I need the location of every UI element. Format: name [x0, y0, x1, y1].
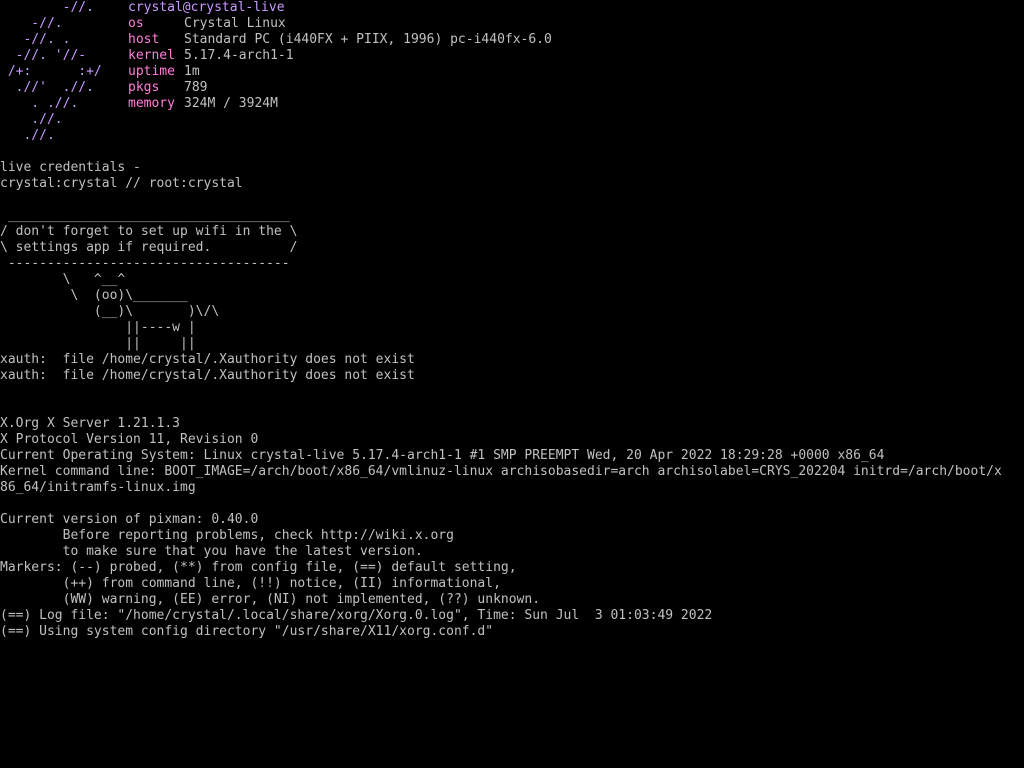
- cowsay-bubble-bottom: ------------------------------------: [0, 256, 290, 271]
- fetch-value-pkgs: 789: [184, 80, 208, 95]
- cow-art-line: ||----w |: [0, 320, 196, 335]
- cowsay-bubble-line: \ settings app if required. /: [0, 240, 298, 255]
- live-credentials: live credentials - crystal:crystal // ro…: [0, 160, 1024, 192]
- xorg-log-line: [0, 496, 1024, 512]
- system-info-fetch: -//. crystal@crystal-live -//. os Crystal L…: [0, 0, 1024, 144]
- cow-art-line: || ||: [0, 336, 196, 351]
- fetch-row-pkgs: .//' .//. pkgs 789: [0, 80, 1024, 96]
- fetch-value-kernel: 5.17.4-arch1-1: [184, 48, 294, 63]
- logo-line: .//.: [0, 128, 55, 143]
- fetch-label-kernel: kernel: [128, 48, 175, 63]
- logo-line: -//. '//-: [0, 48, 87, 63]
- logo-line: .//.: [0, 112, 63, 127]
- cow-art-line: (__)\ )\/\: [0, 304, 220, 319]
- cow-art-line: \ (oo)\_______: [0, 288, 188, 303]
- xorg-log-line: 86_64/initramfs-linux.img: [0, 480, 196, 495]
- fetch-row-os: -//. os Crystal Linux: [0, 16, 1024, 32]
- cow-art-line: \ ^__^: [0, 272, 126, 287]
- xorg-log-line: Current version of pixman: 0.40.0: [0, 512, 259, 527]
- xauth-warning-line: xauth: file /home/crystal/.Xauthority do…: [0, 368, 415, 383]
- xauth-warning-line: xauth: file /home/crystal/.Xauthority do…: [0, 352, 415, 367]
- xorg-log-line: Kernel command line: BOOT_IMAGE=/arch/bo…: [0, 464, 1002, 479]
- xorg-log: X.Org X Server 1.21.1.3 X Protocol Versi…: [0, 416, 1024, 640]
- xorg-log-line: Markers: (--) probed, (**) from config f…: [0, 560, 517, 575]
- logo-line: . .//.: [0, 96, 79, 111]
- logo-line: -//.: [0, 16, 63, 31]
- fetch-title: crystal@crystal-live: [128, 0, 285, 15]
- xorg-log-line: X.Org X Server 1.21.1.3: [0, 416, 181, 431]
- xorg-log-line: to make sure that you have the latest ve…: [0, 544, 423, 559]
- xorg-log-line: (==) Using system config directory "/usr…: [0, 624, 494, 639]
- xorg-log-line: (==) Log file: "/home/crystal/.local/sha…: [0, 608, 713, 623]
- logo-line: /+: :+/: [0, 64, 102, 79]
- xorg-log-line: Current Operating System: Linux crystal-…: [0, 448, 885, 463]
- fetch-value-memory: 324M / 3924M: [184, 96, 278, 111]
- fetch-value-os: Crystal Linux: [184, 16, 286, 31]
- fetch-title-line: -//. crystal@crystal-live: [0, 0, 1024, 16]
- xorg-log-line: (++) from command line, (!!) notice, (II…: [0, 576, 501, 591]
- fetch-row-uptime: /+: :+/ uptime 1m: [0, 64, 1024, 80]
- fetch-row-memory: . .//. memory 324M / 3924M: [0, 96, 1024, 112]
- fetch-label-pkgs: pkgs: [128, 80, 160, 95]
- fetch-label-memory: memory: [128, 96, 175, 111]
- logo-tail-line: .//.: [0, 128, 1024, 144]
- xorg-log-line: X Protocol Version 11, Revision 0: [0, 432, 259, 447]
- xorg-log-line: Before reporting problems, check http://…: [0, 528, 454, 543]
- fetch-label-uptime: uptime: [128, 64, 175, 79]
- cowsay-message: ____________________________________ / d…: [0, 208, 1024, 352]
- xauth-warnings: xauth: file /home/crystal/.Xauthority do…: [0, 352, 1024, 384]
- logo-line: .//' .//.: [0, 80, 94, 95]
- logo-tail-line: .//.: [0, 112, 1024, 128]
- fetch-value-uptime: 1m: [184, 64, 200, 79]
- xorg-log-line: (WW) warning, (EE) error, (NI) not imple…: [0, 592, 541, 607]
- fetch-label-os: os: [128, 16, 144, 31]
- credentials-value: crystal:crystal // root:crystal: [0, 176, 243, 191]
- credentials-heading: live credentials -: [0, 160, 141, 175]
- fetch-row-kernel: -//. '//- kernel 5.17.4-arch1-1: [0, 48, 1024, 64]
- logo-line: -//. .: [0, 32, 71, 47]
- cowsay-bubble-top: ____________________________________: [0, 208, 290, 223]
- terminal-screen[interactable]: -//. crystal@crystal-live -//. os Crystal L…: [0, 0, 1024, 768]
- fetch-value-host: Standard PC (i440FX + PIIX, 1996) pc-i44…: [184, 32, 552, 47]
- fetch-row-host: -//. . host Standard PC (i440FX + PIIX, 19…: [0, 32, 1024, 48]
- logo-line: -//.: [0, 0, 94, 15]
- cowsay-bubble-line: / don't forget to set up wifi in the \: [0, 224, 298, 239]
- fetch-label-host: host: [128, 32, 160, 47]
